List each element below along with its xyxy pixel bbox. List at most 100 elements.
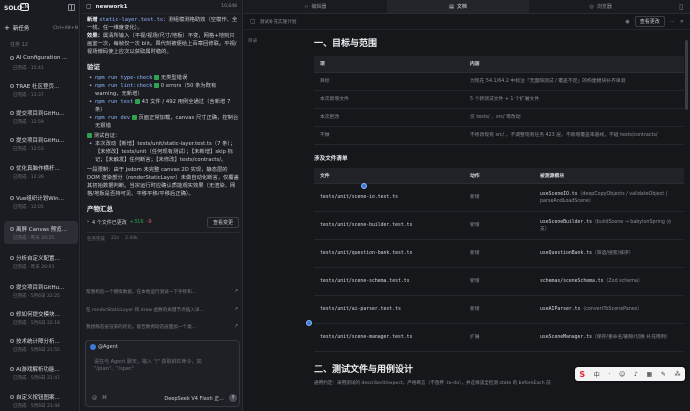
lines-added: +316 (129, 219, 144, 225)
task-item[interactable]: Vue组织计划Win... 已完成 · 12:05 (4, 190, 78, 213)
document-content: 一、目标与范围 项内容 目标 为现在 54.1/64.2 中标注「无面缺测试 / … (314, 36, 684, 386)
changes-text: 4 个文件已更改 (92, 219, 127, 226)
status-tokens: 2.44k (125, 236, 138, 241)
task-item[interactable]: 自定义按钮图案... 已完成 · 5月6日 21:44 (4, 389, 78, 411)
task-title: TRAE 社区登页... (16, 84, 60, 90)
layout-icon[interactable]: ▯ (672, 0, 690, 13)
table-cell: 目标 (314, 72, 464, 91)
queued-prompt[interactable]: 我想静态层渲染的优化，能否数例动态层面加一个类... ↗ (86, 321, 238, 332)
check-item: npm run type-check 无类型错误 (87, 74, 239, 82)
file-path: tests/unit/scene-io.test.ts (320, 195, 398, 200)
ime-keyboard-icon[interactable]: ▦ (647, 371, 653, 378)
message-intro: 新增 static-layer.test.ts：测组模测格助效（空模作、全一栈、… (87, 16, 239, 32)
task-title: AI游戏解析功能... (16, 367, 60, 373)
at-icon[interactable]: @ (92, 395, 97, 401)
tab-document[interactable]: ▤ 文档 (386, 0, 530, 13)
task-item[interactable]: 提交项目到GitHu... 已完成 · 12:59 (4, 105, 78, 128)
status-dot-icon (10, 111, 14, 115)
table-row: 本次拒改仅 tests/ 、src/ 零改动 (314, 108, 684, 127)
view-tabbar: ‹› 编辑器 ▤ 文档 ◎ 浏览器 ▯ (244, 0, 690, 14)
task-status: 已完成 · 12:39 (13, 175, 44, 180)
table-row: tests/unit/ai-parser.test.ts 新增 useAIParse… (314, 295, 684, 324)
outline-label[interactable]: 目录 (248, 38, 257, 44)
ime-lang-toggle[interactable]: 中 (594, 370, 600, 379)
table-cell: 扩展 (464, 323, 534, 352)
queued-prompt[interactable]: 帮我构造一个模拟数据，在本地运行测试一下手移和... ↗ (86, 286, 238, 297)
task-item-active[interactable]: 离屏 Canvas 预览... 已完成 · 昨天 20:25 (4, 221, 78, 244)
table-cell: 新增 (464, 267, 534, 296)
comment-marker-icon[interactable] (306, 320, 312, 326)
queued-prompt[interactable]: 在 renderStaticLayer 和 draw 函数的关键节点插入详...… (86, 304, 238, 315)
view-changes-button[interactable]: 查看更改 (634, 16, 665, 27)
column-header: 文件 (314, 167, 464, 184)
arrow-up-icon[interactable]: ↗ (234, 289, 238, 294)
arrow-up-icon[interactable]: ↗ (234, 307, 238, 312)
tab-editor[interactable]: ‹› 编辑器 (244, 0, 387, 13)
task-item[interactable]: 修如何提交模块... 已完成 · 5月6日 22:18 (4, 306, 78, 329)
scrollbar[interactable] (685, 40, 688, 110)
task-status: 已完成 · 5月6日 22:18 (13, 321, 60, 326)
task-item[interactable]: AI游戏解析功能... 已完成 · 5月6日 21:47 (4, 361, 78, 384)
status-dot-icon (10, 227, 14, 231)
chat-input[interactable]: 请在与 Agent 聊天，输入 "/" 获取斜杠命令，如 "/plan"、"/s… (94, 359, 234, 373)
comment-marker-icon[interactable] (361, 183, 367, 189)
module-note: （保存/重命名/删除/切换 补充用例） (591, 335, 671, 340)
more-icon[interactable]: ⋯ (670, 19, 675, 25)
column-header: 动作 (464, 167, 534, 184)
message-effect: 效果：属清所输入（平视/视场/尺寸/地板）不变，网格+地刻只画室一次，每帧仅一次… (87, 32, 239, 56)
task-item[interactable]: TRAE 社区登页... 已完成 · 13:37 (4, 78, 78, 101)
table-row: 不做 不修改现有 src/ ，不调整现有任务 423 层，不新增覆盖率基线，不碰 … (314, 126, 684, 145)
task-status: 已完成 · 13:37 (13, 93, 44, 98)
tested-label: 测试自证： (93, 133, 121, 139)
view-changes-button[interactable]: 查看变更 (206, 216, 239, 228)
module-name: useQuestionBank.ts (540, 251, 592, 256)
task-status: 已完成 · 5月6日 21:44 (13, 404, 60, 409)
new-task-button[interactable]: + 新任务 Ctrl+Alt+N (4, 23, 78, 33)
ime-voice-icon[interactable]: ♪ (634, 371, 638, 378)
module-name: schemas/sceneSchema.ts (540, 279, 604, 284)
ime-toolbar: S 中 · ☺ ♪ ▦ ✎ ⁂ (575, 367, 685, 381)
task-title: 提交项目到GitHu... (16, 138, 65, 144)
close-icon[interactable]: ✕ (680, 19, 684, 25)
task-item[interactable]: 优化真脑作横杆... 已完成 · 12:39 (4, 160, 78, 183)
lines-removed: -9 (146, 219, 152, 225)
table-header-row: 项内容 (314, 56, 684, 73)
agent-input-box[interactable]: @Agent 请在与 Agent 聊天，输入 "/" 获取斜杠命令，如 "/pl… (85, 340, 240, 407)
task-item[interactable]: 提交项目到GitHu... 已完成 · 12:53 (4, 132, 78, 155)
ime-menu-icon[interactable]: ⁂ (675, 371, 681, 378)
arrow-up-icon[interactable]: ↗ (234, 324, 238, 329)
model-selector[interactable]: DeepSeek V4 Flash 正... (164, 395, 224, 402)
task-title: 离屏 Canvas 预览... (16, 227, 67, 233)
toggle-icon[interactable]: ◉ (625, 19, 629, 25)
attach-icon[interactable]: ⌘ (102, 395, 107, 401)
ime-punct-icon[interactable]: · (608, 371, 610, 378)
ime-logo[interactable]: S (579, 370, 585, 379)
column-header: 被测源模块 (534, 167, 684, 184)
sidebar-toggle-icon[interactable] (68, 4, 75, 11)
status-dot-icon (10, 56, 14, 60)
agent-mention[interactable]: @Agent (90, 344, 118, 350)
table-cell: 5 个新测试文件 + 1 个扩展文件 (464, 90, 684, 109)
tested-line: 测试自证： (87, 132, 239, 140)
file-path: tests/unit/scene-builder.test.ts (320, 223, 413, 228)
task-item[interactable]: 分析自定义配置... 已完成 · 昨天 20:03 (4, 250, 78, 273)
task-status: 已完成 · 12:59 (13, 120, 44, 125)
file-path: tests/unit/question-bank.test.ts (320, 251, 413, 256)
queued-text: 在 renderStaticLayer 和 draw 函数的关键节点插入详... (86, 307, 204, 313)
check-cmd: npm run dev (95, 115, 131, 121)
status-dot-icon (10, 196, 14, 200)
task-item[interactable]: AI Configuration ... 已完成 · 15:41 (4, 51, 78, 74)
table-row: 目标 为现在 54.1/64.2 中标注「无面缺测试 / 覆盖不足」的构建模块补齐… (314, 72, 684, 91)
send-button[interactable]: ↑ (229, 394, 237, 402)
tab-browser[interactable]: ◎ 浏览器 (529, 0, 672, 13)
task-item[interactable]: 技术统计障分析... 已完成 · 5月6日 21:55 (4, 333, 78, 356)
ime-emoji-icon[interactable]: ☺ (619, 371, 625, 378)
task-item[interactable]: 提交项目到GitHu... 已完成 · 5月6日 22:25 (4, 279, 78, 302)
status-dot-icon (10, 312, 14, 316)
scope-table: 项内容 目标 为现在 54.1/64.2 中标注「无面缺测试 / 覆盖不足」的构建… (314, 56, 684, 145)
table-cell: 本次拒改 (314, 108, 464, 127)
chevron-right-icon[interactable]: › (87, 219, 89, 225)
ime-handwrite-icon[interactable]: ✎ (661, 371, 666, 378)
file-path: tests/unit/scene-schema.test.ts (320, 279, 410, 284)
globe-icon: ◎ (589, 3, 594, 10)
